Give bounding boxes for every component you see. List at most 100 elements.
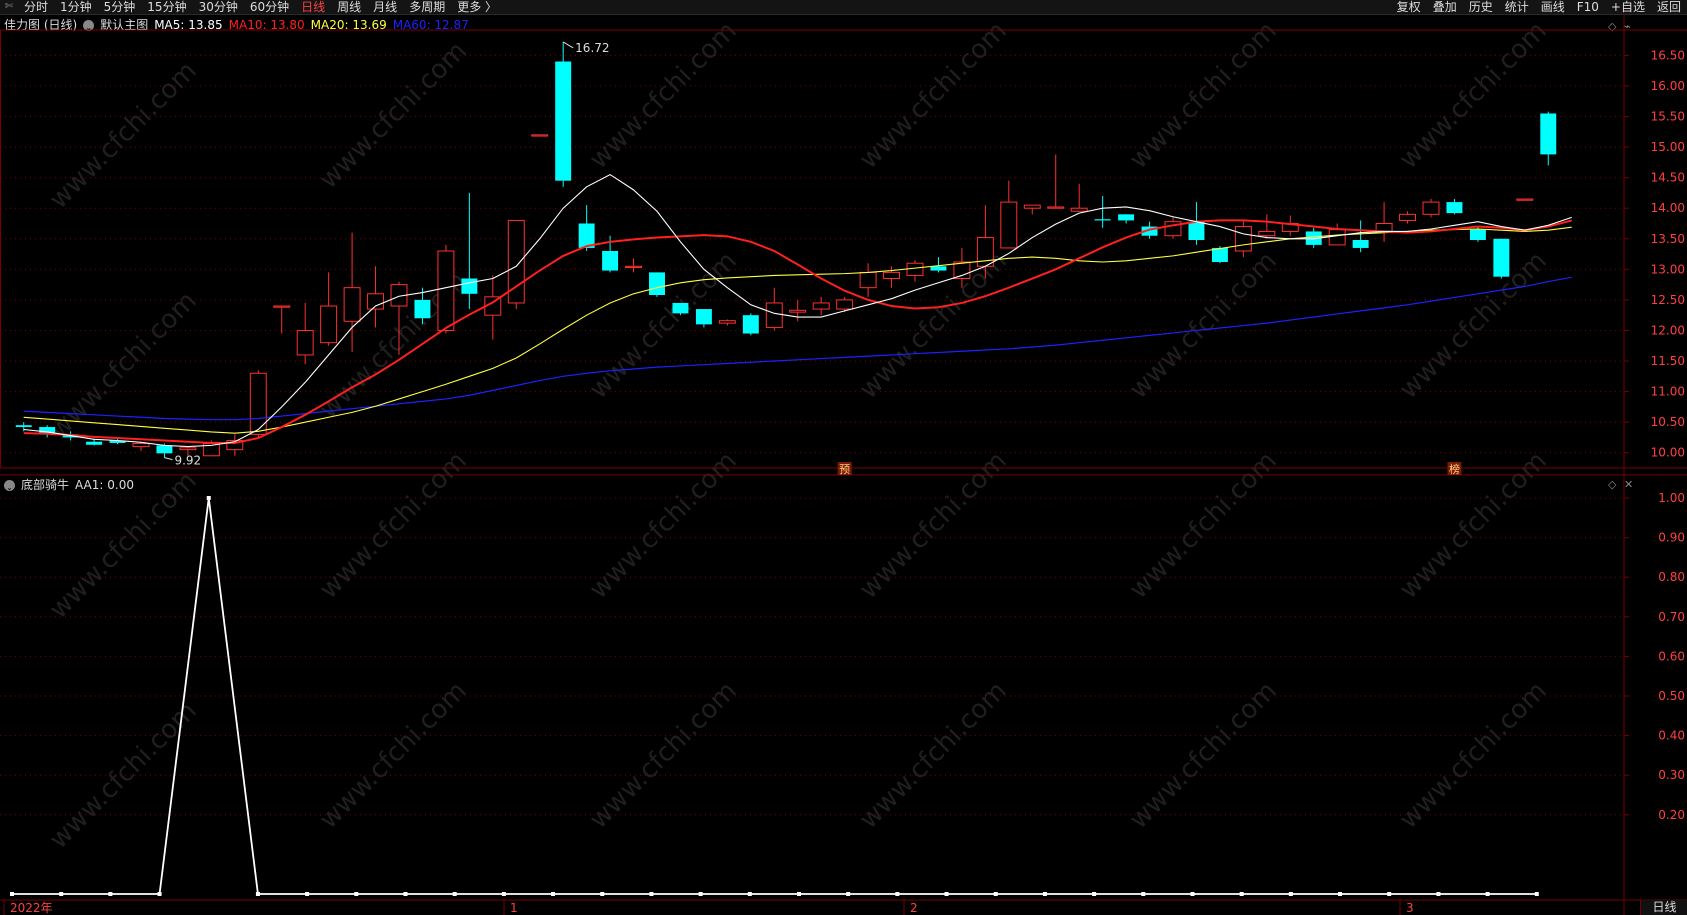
watermark-text: www.cfchi.com bbox=[44, 56, 203, 215]
low-label: 9.92 bbox=[174, 454, 201, 468]
watermark-text: www.cfchi.com bbox=[314, 36, 473, 195]
candle-body bbox=[695, 309, 712, 325]
watermark-text: www.cfchi.com bbox=[1394, 16, 1553, 175]
candle-body bbox=[649, 272, 665, 296]
period-label[interactable]: 日线 bbox=[1640, 900, 1687, 915]
candle bbox=[1258, 214, 1276, 239]
candle bbox=[695, 309, 712, 328]
candle-body bbox=[1211, 247, 1228, 263]
candle-body bbox=[273, 305, 291, 308]
high-pointer bbox=[562, 41, 574, 49]
aa1-point bbox=[255, 892, 260, 896]
candle-body bbox=[367, 293, 385, 310]
aa1-point bbox=[1042, 892, 1047, 896]
candle-body bbox=[883, 271, 901, 280]
candle bbox=[296, 302, 314, 365]
candle bbox=[367, 266, 385, 328]
candle-body bbox=[1328, 229, 1346, 246]
candle-body bbox=[531, 134, 549, 137]
candle-body bbox=[249, 372, 267, 435]
high-label: 16.72 bbox=[575, 41, 609, 55]
price-tick-label: 15.50 bbox=[1651, 110, 1685, 124]
candle-body bbox=[15, 425, 32, 428]
candle bbox=[1493, 238, 1510, 279]
kline-chart[interactable]: www.cfchi.com www.cfchi.com www.cfchi.com w… bbox=[0, 0, 1687, 915]
candle bbox=[1328, 223, 1346, 246]
aa1-point bbox=[1092, 892, 1097, 896]
price-tick-label: 12.00 bbox=[1651, 323, 1685, 337]
candle-body bbox=[1047, 206, 1065, 209]
aa1-point bbox=[1485, 892, 1490, 896]
indicator-tick-label: 0.70 bbox=[1658, 610, 1685, 624]
candle-body bbox=[1540, 113, 1557, 155]
candle-body bbox=[179, 447, 197, 451]
price-tick-label: 10.00 bbox=[1651, 446, 1685, 460]
candle-body bbox=[812, 302, 830, 310]
candle-body bbox=[437, 250, 455, 331]
candle-body bbox=[1399, 213, 1417, 221]
candle bbox=[273, 305, 291, 334]
candle-body bbox=[1493, 238, 1510, 277]
event-marker: 预 bbox=[839, 463, 850, 476]
event-marker: 榜 bbox=[1449, 462, 1460, 476]
candle bbox=[249, 370, 267, 438]
candle bbox=[859, 263, 877, 297]
price-tick-label: 16.50 bbox=[1651, 48, 1685, 62]
price-tick-label: 15.00 bbox=[1651, 140, 1685, 154]
price-tick-label: 11.50 bbox=[1651, 354, 1685, 368]
candle-body bbox=[1118, 214, 1135, 221]
candle bbox=[507, 219, 525, 310]
candle bbox=[1047, 154, 1065, 209]
watermark-text: www.cfchi.com bbox=[584, 676, 743, 835]
date-label: 1 bbox=[510, 901, 518, 915]
watermark-text: www.cfchi.com bbox=[584, 16, 743, 175]
candle-body bbox=[1469, 229, 1486, 240]
candle bbox=[1375, 202, 1393, 242]
watermark-text: www.cfchi.com bbox=[1394, 446, 1553, 605]
indicator-tick-label: 0.30 bbox=[1658, 768, 1685, 782]
candle-body bbox=[953, 261, 971, 280]
candle bbox=[531, 134, 549, 137]
price-tick-label: 13.50 bbox=[1651, 232, 1685, 246]
watermark-text: www.cfchi.com bbox=[854, 16, 1013, 175]
candle-body bbox=[1234, 226, 1252, 252]
candle bbox=[461, 192, 478, 310]
candle-body bbox=[836, 299, 854, 310]
candle-body bbox=[1258, 230, 1276, 237]
candle-body bbox=[1352, 239, 1369, 248]
indicator-tick-label: 0.90 bbox=[1658, 531, 1685, 545]
aa1-point bbox=[551, 892, 556, 896]
candle-body bbox=[320, 305, 338, 344]
watermark-text: www.cfchi.com bbox=[1124, 246, 1283, 405]
aa1-point bbox=[944, 892, 949, 896]
date-label: 3 bbox=[1406, 901, 1414, 915]
aa1-point bbox=[600, 892, 605, 896]
aa1-point bbox=[993, 892, 998, 896]
candle bbox=[1540, 111, 1557, 166]
candle-body bbox=[1070, 207, 1088, 212]
candle bbox=[649, 272, 665, 297]
watermark-text: www.cfchi.com bbox=[1124, 16, 1283, 175]
watermark-text: www.cfchi.com bbox=[854, 446, 1013, 605]
aa1-point bbox=[1239, 892, 1244, 896]
aa1-point bbox=[108, 892, 113, 896]
candle-body bbox=[1000, 201, 1018, 249]
aa1-point bbox=[59, 892, 64, 896]
candle bbox=[718, 319, 736, 326]
candle bbox=[1023, 204, 1041, 215]
candle-body bbox=[555, 61, 572, 181]
watermark-text: www.cfchi.com bbox=[44, 696, 203, 855]
aa1-point bbox=[1387, 892, 1392, 896]
aa1-point bbox=[1190, 892, 1195, 896]
watermark-text: www.cfchi.com bbox=[314, 446, 473, 605]
candle bbox=[906, 260, 924, 282]
candle-body bbox=[718, 320, 736, 324]
candle-body bbox=[976, 237, 994, 267]
aa1-point bbox=[1141, 892, 1146, 896]
aa1-point bbox=[305, 892, 310, 896]
candle-body bbox=[156, 445, 173, 454]
candle bbox=[1070, 183, 1088, 212]
aa1-point bbox=[796, 892, 801, 896]
date-label: 2022年 bbox=[10, 901, 53, 915]
candle bbox=[1446, 199, 1463, 215]
